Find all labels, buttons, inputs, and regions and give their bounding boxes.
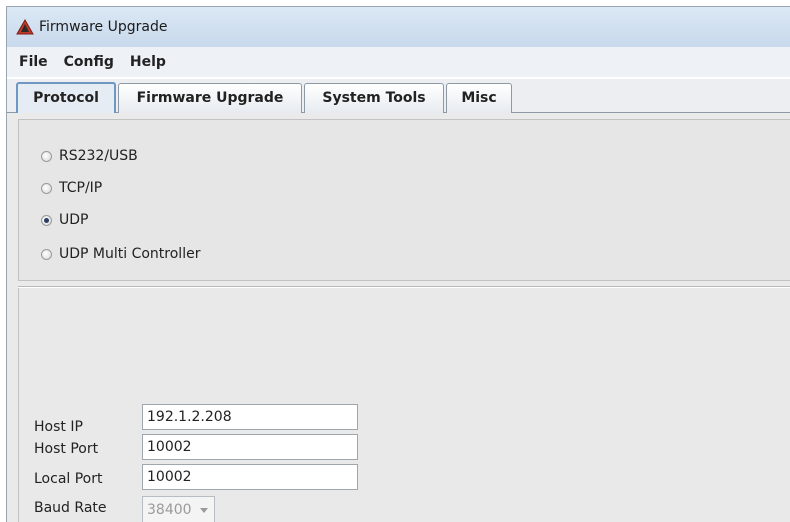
tab-firmware-upgrade[interactable]: Firmware Upgrade — [118, 83, 302, 113]
warning-triangle-icon — [16, 19, 34, 35]
tab-content: RS232/USB TCP/IP UDP UDP Multi Controlle… — [7, 113, 790, 522]
menu-file[interactable]: File — [19, 54, 48, 70]
radio-label: UDP — [59, 212, 89, 228]
host-ip-label: Host IP — [34, 419, 83, 435]
radio-label: UDP Multi Controller — [59, 246, 201, 262]
radio-option-rs232-usb[interactable]: RS232/USB — [41, 146, 138, 166]
tab-strip: Protocol Firmware Upgrade System Tools M… — [7, 79, 790, 114]
host-port-label: Host Port — [34, 441, 99, 457]
baud-rate-value: 38400 — [147, 502, 192, 518]
baud-rate-select[interactable]: 38400 — [142, 496, 215, 522]
chevron-down-icon — [200, 508, 208, 513]
radio-label: TCP/IP — [59, 180, 103, 196]
host-ip-input[interactable]: 192.1.2.208 — [142, 404, 358, 430]
radio-button[interactable] — [41, 150, 52, 162]
protocol-options-panel: RS232/USB TCP/IP UDP UDP Multi Controlle… — [18, 119, 790, 281]
radio-label: RS232/USB — [59, 148, 138, 164]
radio-button[interactable] — [41, 182, 52, 194]
menu-config[interactable]: Config — [64, 54, 114, 70]
local-port-label: Local Port — [34, 471, 103, 487]
host-port-input[interactable]: 10002 — [142, 434, 358, 460]
app-window: Firmware Upgrade File Config Help Protoc… — [6, 6, 790, 522]
radio-option-udp-multi-controller[interactable]: UDP Multi Controller — [41, 244, 200, 264]
connection-settings-panel: Host IP 192.1.2.208 Host Port 10002 Loca… — [18, 288, 790, 522]
title-bar[interactable]: Firmware Upgrade — [7, 7, 790, 47]
menu-bar: File Config Help — [7, 47, 790, 77]
tab-protocol[interactable]: Protocol — [16, 82, 116, 114]
radio-option-udp[interactable]: UDP — [41, 210, 88, 230]
window-title: Firmware Upgrade — [39, 19, 168, 35]
radio-button-selected[interactable] — [41, 214, 52, 226]
radio-button[interactable] — [41, 248, 52, 260]
menu-help[interactable]: Help — [130, 54, 166, 70]
tab-misc[interactable]: Misc — [446, 83, 512, 113]
baud-rate-label: Baud Rate — [34, 500, 107, 516]
local-port-input[interactable]: 10002 — [142, 464, 358, 490]
tab-system-tools[interactable]: System Tools — [304, 83, 444, 113]
radio-option-tcp-ip[interactable]: TCP/IP — [41, 178, 102, 198]
